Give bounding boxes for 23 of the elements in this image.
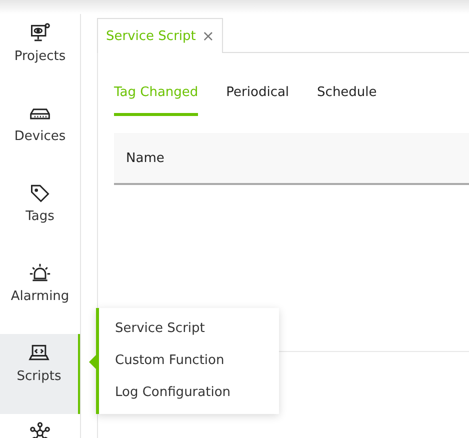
network-icon [29,422,51,438]
menu-item[interactable]: Log Configuration [99,377,279,409]
subtab[interactable]: Periodical [226,85,290,116]
sidebar-label: Devices [14,129,66,144]
monitor-icon [29,22,51,44]
tag-icon [29,182,51,204]
sidebar-label: Scripts [16,369,62,384]
close-icon[interactable]: × [202,27,214,45]
menu-item[interactable]: Service Script [99,313,279,345]
sidebar-label: Alarming [10,289,70,304]
sidebar-item[interactable]: Devices [0,94,80,174]
alarm-light-icon [29,262,51,284]
sidebar-item[interactable]: Alarming [0,254,80,334]
tab[interactable]: Service Script × [97,18,224,53]
sidebar-label: Projects [14,49,66,64]
sidebar-item[interactable]: Scripts [0,334,80,414]
sidebar-label: Tags [26,209,54,224]
column-header: Name [126,150,164,166]
sidebar-item[interactable]: Projects [0,14,80,94]
subtab[interactable]: Schedule [317,85,377,116]
menu-item[interactable]: Custom Function [99,345,279,377]
tab-label: Service Script [106,28,196,44]
sidebar-item[interactable]: Tags [0,174,80,254]
